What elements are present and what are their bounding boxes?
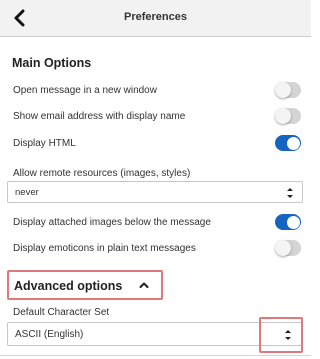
attached-images-label: Display attached images below the messag… (13, 217, 211, 228)
open-new-window-row: Open message in a new window (0, 79, 311, 104)
toggle-knob (275, 108, 291, 124)
emoticons-label: Display emoticons in plain text messages (13, 243, 196, 254)
charset-label: Default Character Set (13, 307, 110, 318)
toggle-knob (286, 136, 300, 150)
remote-resources-value: never (15, 187, 39, 198)
select-arrows-icon (287, 188, 293, 198)
chevron-up-icon (139, 282, 149, 288)
charset-value: ASCII (English) (15, 329, 84, 340)
attached-images-toggle[interactable] (275, 214, 301, 230)
remote-resources-label: Allow remote resources (images, styles) (13, 168, 191, 179)
main-options-heading: Main Options (12, 56, 92, 70)
toggle-knob (286, 215, 300, 229)
display-html-row: Display HTML (0, 132, 311, 157)
remote-resources-select[interactable]: never (7, 181, 303, 203)
page-title: Preferences (124, 11, 187, 23)
display-html-label: Display HTML (13, 138, 76, 149)
divider (0, 355, 311, 356)
open-new-window-toggle[interactable] (275, 82, 301, 98)
header-bar: Preferences (0, 0, 311, 37)
toggle-knob (275, 240, 291, 256)
charset-arrow-highlight (259, 317, 303, 353)
display-html-toggle[interactable] (275, 135, 301, 151)
advanced-options-heading: Advanced options (14, 279, 123, 293)
emoticons-toggle[interactable] (275, 240, 301, 256)
open-new-window-label: Open message in a new window (13, 85, 157, 96)
emoticons-row: Display emoticons in plain text messages (0, 237, 311, 262)
show-email-toggle[interactable] (275, 108, 301, 124)
toggle-knob (275, 82, 291, 98)
show-email-row: Show email address with display name (0, 105, 311, 130)
attached-images-row: Display attached images below the messag… (0, 211, 311, 236)
show-email-label: Show email address with display name (13, 111, 186, 122)
advanced-options-toggle[interactable]: Advanced options (7, 270, 163, 300)
